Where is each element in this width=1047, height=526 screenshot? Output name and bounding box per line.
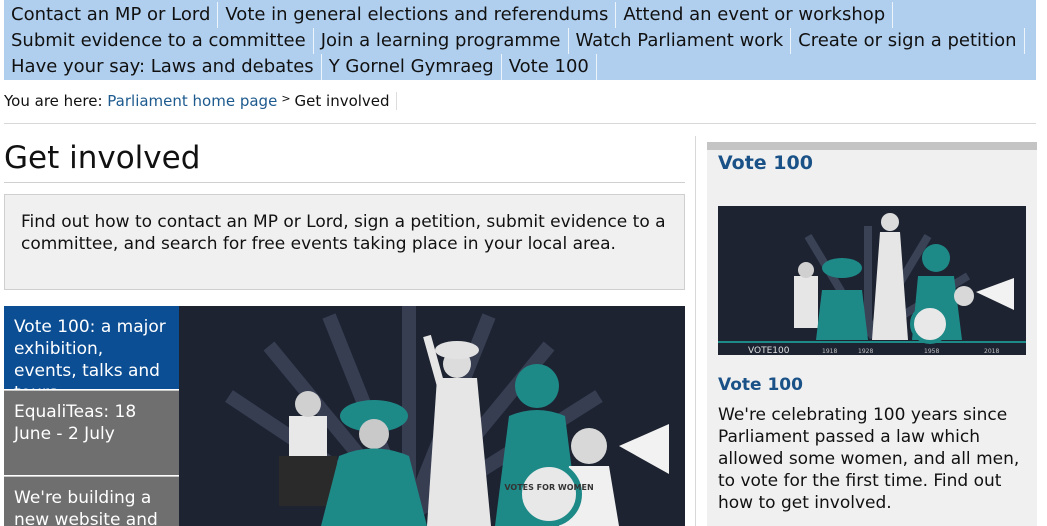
breadcrumb-prefix: You are here: bbox=[4, 92, 103, 110]
nav-contact-mp[interactable]: Contact an MP or Lord bbox=[8, 2, 219, 28]
breadcrumb-separator: > bbox=[281, 92, 291, 105]
timeline-year: 1958 bbox=[924, 348, 939, 355]
suffragettes-illustration: VOTES FOR WOMEN bbox=[179, 306, 685, 526]
vote100-image: VOTE100 1918 1928 1958 2018 bbox=[718, 206, 1026, 356]
intro-text: Find out how to contact an MP or Lord, s… bbox=[4, 194, 685, 290]
nav-row: Contact an MP or Lord Vote in general el… bbox=[8, 2, 897, 28]
nav-row: Have your say: Laws and debates Y Gornel… bbox=[8, 54, 601, 80]
carousel-tab-equaliteas[interactable]: EqualiTeas: 18 June - 2 July bbox=[4, 390, 179, 475]
nav-welsh-corner[interactable]: Y Gornel Gymraeg bbox=[326, 54, 502, 80]
nav-laws-debates[interactable]: Have your say: Laws and debates bbox=[8, 54, 322, 80]
nav-row: Submit evidence to a committee Join a le… bbox=[8, 28, 1029, 54]
sidebar-image[interactable]: VOTE100 1918 1928 1958 2018 bbox=[718, 206, 1026, 356]
sidebar-subheading[interactable]: Vote 100 bbox=[718, 375, 803, 395]
nav-vote-100[interactable]: Vote 100 bbox=[506, 54, 597, 80]
timeline-year: 2018 bbox=[984, 348, 999, 355]
sidebar-heading[interactable]: Vote 100 bbox=[718, 152, 813, 174]
timeline-year: 1928 bbox=[858, 348, 873, 355]
breadcrumb-current: Get involved bbox=[294, 92, 397, 110]
carousel-hero-image[interactable]: VOTES FOR WOMEN bbox=[179, 306, 685, 526]
page-title: Get involved bbox=[4, 140, 201, 176]
column-divider bbox=[695, 136, 696, 526]
breadcrumb-home-link[interactable]: Parliament home page bbox=[107, 92, 277, 110]
badge-text: VOTES FOR WOMEN bbox=[504, 483, 593, 492]
timeline-year: 1918 bbox=[822, 348, 837, 355]
sidebar: Vote 100 VOTE100 1918 1928 1958 2018 Vot… bbox=[707, 142, 1037, 526]
nav-attend-event[interactable]: Attend an event or workshop bbox=[620, 2, 894, 28]
nav-learning-programme[interactable]: Join a learning programme bbox=[318, 28, 569, 54]
breadcrumb: You are here: Parliament home page > Get i… bbox=[4, 92, 397, 110]
nav-vote-elections[interactable]: Vote in general elections and referendum… bbox=[222, 2, 617, 28]
image-caption: VOTE100 bbox=[748, 346, 790, 355]
divider bbox=[4, 123, 1036, 124]
sidebar-top-bar bbox=[707, 142, 1037, 150]
sidebar-text: We're celebrating 100 years since Parlia… bbox=[718, 405, 1020, 513]
nav-submit-evidence[interactable]: Submit evidence to a committee bbox=[8, 28, 314, 54]
nav-petition[interactable]: Create or sign a petition bbox=[795, 28, 1025, 54]
carousel-tab-new-website[interactable]: We're building a new website and bbox=[4, 476, 179, 526]
carousel-tabs: Vote 100: a major exhibition, events, ta… bbox=[4, 306, 179, 526]
feature-carousel: Vote 100: a major exhibition, events, ta… bbox=[4, 306, 685, 526]
carousel-tab-vote-100[interactable]: Vote 100: a major exhibition, events, ta… bbox=[4, 306, 179, 389]
nav-watch-parliament[interactable]: Watch Parliament work bbox=[573, 28, 792, 54]
divider bbox=[4, 182, 685, 183]
top-navigation: Contact an MP or Lord Vote in general el… bbox=[4, 0, 1036, 80]
